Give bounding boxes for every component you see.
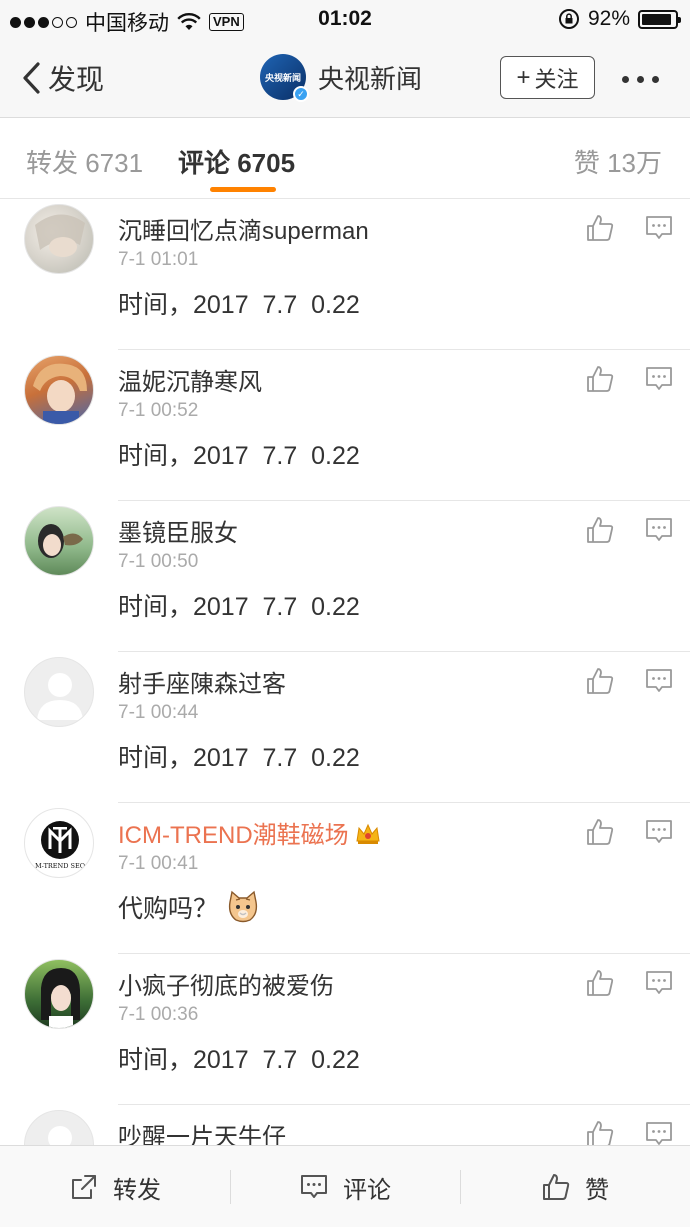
avatar[interactable] xyxy=(24,1110,94,1145)
comment-icon xyxy=(301,1175,327,1198)
status-right: 92% xyxy=(558,7,681,31)
comment-text: 时间，2017 7.7 0.22 xyxy=(118,442,360,470)
avatar[interactable]: M-TREND SEO xyxy=(24,808,94,878)
comment-reply-icon[interactable] xyxy=(645,366,673,392)
brand-logo-icon: M-TREND SEO xyxy=(35,821,85,870)
rotation-lock-icon xyxy=(558,9,579,29)
comment-text: 时间，2017 7.7 0.22 xyxy=(118,744,360,772)
back-button[interactable]: 发现 xyxy=(20,58,104,98)
comment-time: 7-1 00:41 xyxy=(118,853,199,874)
battery-percent: 92% xyxy=(587,7,630,30)
commenter-name-text: ICM-TREND潮鞋磁场 xyxy=(118,822,349,849)
active-tab-indicator xyxy=(210,187,276,192)
comment-time: 7-1 00:50 xyxy=(118,551,199,572)
thumbs-up-icon[interactable] xyxy=(585,968,615,998)
tab-like[interactable]: 赞 13万 xyxy=(574,143,662,180)
comment-reply-icon[interactable] xyxy=(645,215,673,241)
commenter-name[interactable]: 射手座陳森过客 xyxy=(118,664,286,699)
comment-item: 小疯子彻底的被爱伤 7-1 00:36 时间，2017 7.7 0.22 xyxy=(0,954,690,1105)
commenter-name[interactable]: 墨镜臣服女 xyxy=(118,513,238,548)
comment-reply-icon[interactable] xyxy=(645,819,673,845)
comment-text: 时间，2017 7.7 0.22 xyxy=(118,593,360,621)
comment-time: 7-1 01:01 xyxy=(118,249,199,270)
like-button[interactable]: 赞 xyxy=(460,1146,690,1227)
comment-reply-icon[interactable] xyxy=(645,1121,673,1145)
comment-item: 墨镜臣服女 7-1 00:50 时间，2017 7.7 0.22 xyxy=(0,501,690,652)
thumbs-up-icon[interactable] xyxy=(585,1119,615,1145)
tab-comment[interactable]: 评论 6705 xyxy=(178,143,295,180)
comment-time: 7-1 00:36 xyxy=(118,1004,199,1025)
repost-button[interactable]: 转发 xyxy=(0,1146,230,1227)
avatar[interactable] xyxy=(24,506,94,576)
commenter-name[interactable]: 吵醒一片天牛仔 xyxy=(118,1117,286,1145)
thumbs-up-icon[interactable] xyxy=(585,817,615,847)
thumbs-up-icon[interactable] xyxy=(585,213,615,243)
avatar[interactable] xyxy=(24,657,94,727)
commenter-name[interactable]: ICM-TREND潮鞋磁场 xyxy=(118,815,381,850)
navigation-bar: 发现 央视新闻 ✓ 央视新闻 + 关注 xyxy=(0,40,690,118)
follow-button[interactable]: + 关注 xyxy=(500,56,595,99)
battery-level xyxy=(642,13,672,25)
comment-list: 沉睡回忆点滴superman 7-1 01:01 时间，2017 7.7 0.2… xyxy=(0,199,690,1145)
comment-item: 温妮沉静寒风 7-1 00:52 时间，2017 7.7 0.22 xyxy=(0,350,690,501)
comment-text: 时间，2017 7.7 0.22 xyxy=(118,1046,360,1074)
comment-item: 吵醒一片天牛仔 xyxy=(0,1105,690,1145)
default-avatar-icon xyxy=(48,1126,72,1145)
back-label: 发现 xyxy=(48,64,105,95)
account-header[interactable]: 央视新闻 ✓ 央视新闻 xyxy=(260,54,423,102)
comment-time: 7-1 00:52 xyxy=(118,400,199,421)
bottom-action-bar: 转发 评论 赞 xyxy=(0,1145,690,1227)
avatar-brand-text: M-TREND SEO xyxy=(35,862,85,870)
commenter-name[interactable]: 沉睡回忆点滴superman xyxy=(118,211,369,246)
comment-text-content: 代购吗？ xyxy=(118,895,219,923)
cctv-logo: 央视新闻 ✓ xyxy=(260,54,309,102)
avatar[interactable] xyxy=(24,204,94,274)
comment-reply-icon[interactable] xyxy=(645,970,673,996)
comment-item: M-TREND SEO ICM-TREND潮鞋磁场 7-1 00:41 代购吗？ xyxy=(0,803,690,954)
avatar[interactable] xyxy=(24,959,94,1029)
thumbs-up-icon[interactable] xyxy=(585,364,615,394)
comment-item: 沉睡回忆点滴superman 7-1 01:01 时间，2017 7.7 0.2… xyxy=(0,199,690,350)
comment-reply-icon[interactable] xyxy=(645,517,673,543)
share-icon xyxy=(72,1175,96,1199)
comment-label: 评论 xyxy=(343,1176,391,1204)
repost-label: 转发 xyxy=(113,1176,161,1204)
like-label: 赞 xyxy=(585,1176,609,1204)
status-bar: 中国移动 VPN 01:02 92% xyxy=(0,0,690,40)
commenter-name[interactable]: 小疯子彻底的被爱伤 xyxy=(118,966,334,1001)
thumbs-up-icon[interactable] xyxy=(585,666,615,696)
comment-item: 射手座陳森过客 7-1 00:44 时间，2017 7.7 0.22 xyxy=(0,652,690,803)
plus-icon: + xyxy=(516,63,531,91)
thumbs-up-icon[interactable] xyxy=(585,515,615,545)
comment-text: 时间，2017 7.7 0.22 xyxy=(118,291,360,319)
cat-emoji-icon xyxy=(228,890,258,923)
default-avatar-icon xyxy=(37,673,83,720)
comment-time: 7-1 00:44 xyxy=(118,702,199,723)
avatar[interactable] xyxy=(24,355,94,425)
comment-button[interactable]: 评论 xyxy=(230,1146,460,1227)
tab-repost[interactable]: 转发 6731 xyxy=(26,143,143,180)
account-name: 央视新闻 xyxy=(318,63,423,94)
thumbs-up-icon xyxy=(543,1174,570,1200)
battery-icon xyxy=(638,9,681,29)
comment-text: 代购吗？ xyxy=(118,889,260,925)
comment-reply-icon[interactable] xyxy=(645,668,673,694)
tab-bar: 转发 6731 评论 6705 赞 13万 xyxy=(0,119,690,199)
chevron-left-icon xyxy=(23,62,40,94)
logo-text: 央视新闻 xyxy=(264,72,301,83)
commenter-name[interactable]: 温妮沉静寒风 xyxy=(118,362,262,397)
crown-icon xyxy=(356,823,380,844)
more-options-icon[interactable] xyxy=(622,76,659,83)
follow-label: 关注 xyxy=(534,66,579,92)
verified-badge-icon: ✓ xyxy=(293,86,309,102)
